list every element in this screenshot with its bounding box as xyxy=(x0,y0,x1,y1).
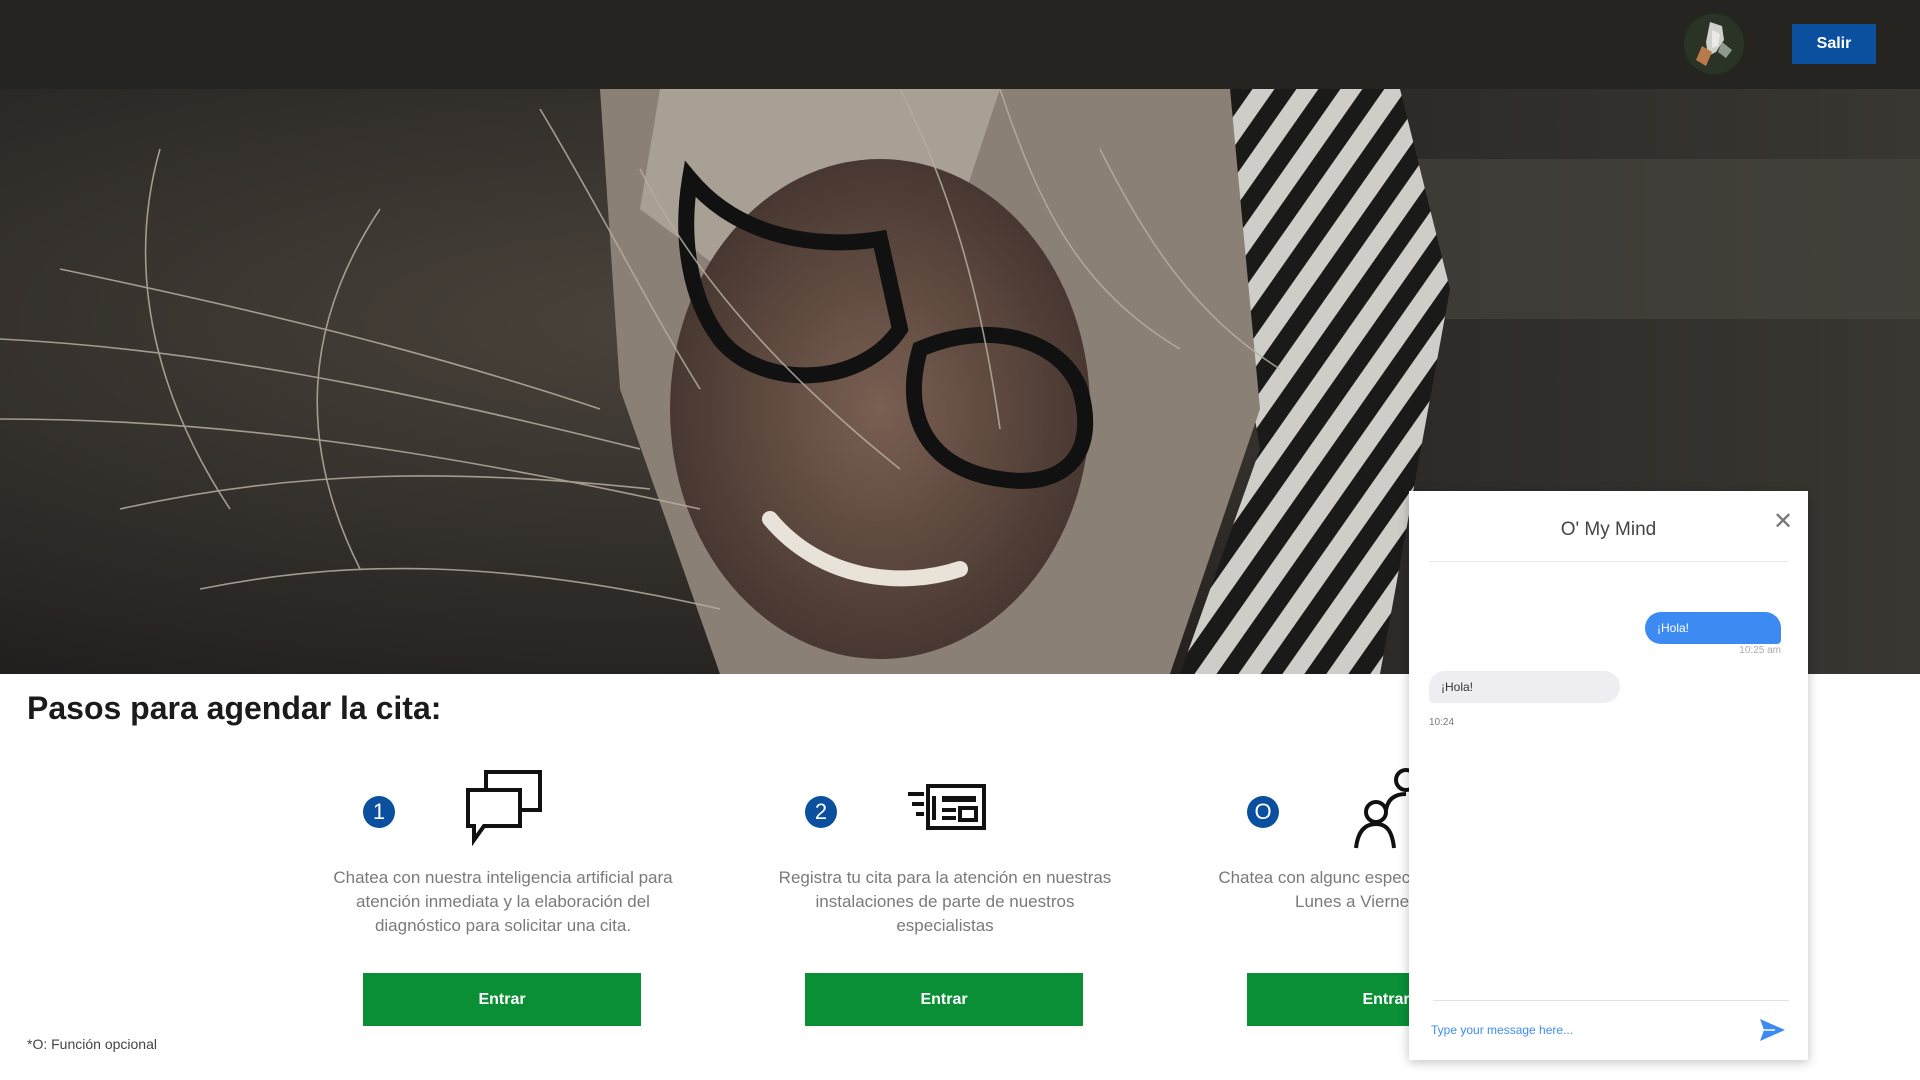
steps-title: Pasos para agendar la cita: xyxy=(27,690,442,726)
logout-button[interactable]: Salir xyxy=(1792,24,1876,64)
step-number-badge: 1 xyxy=(363,796,395,828)
optional-feature-footnote: *O: Función opcional xyxy=(27,1036,157,1052)
outgoing-message-time: 10:25 am xyxy=(1739,645,1781,656)
step-number-badge: 2 xyxy=(805,796,837,828)
step-card-2: 2 Registra tu cita para la atención en n… xyxy=(765,762,1125,1032)
chat-bubbles-icon xyxy=(466,770,542,847)
top-navbar: Salir xyxy=(0,0,1920,89)
step-2-enter-button[interactable]: Entrar xyxy=(805,973,1083,1026)
chat-input-divider xyxy=(1433,1000,1789,1001)
chat-title: O' My Mind xyxy=(1560,519,1657,540)
step-number-badge: O xyxy=(1247,796,1279,828)
appointment-form-icon xyxy=(908,784,986,830)
incoming-message-time: 10:24 xyxy=(1429,717,1455,728)
chat-message-input[interactable] xyxy=(1431,1017,1751,1043)
chat-widget: O' My Mind ✕ ¡Hola! 10:25 am ¡Hola! 10:2… xyxy=(1409,491,1808,1060)
step-1-enter-button[interactable]: Entrar xyxy=(363,973,641,1026)
close-icon[interactable]: ✕ xyxy=(1771,509,1795,533)
step-description: Chatea con nuestra inteligencia artifici… xyxy=(333,868,673,935)
user-avatar[interactable] xyxy=(1682,12,1746,76)
outgoing-message: ¡Hola! xyxy=(1645,612,1781,644)
send-icon[interactable] xyxy=(1757,1015,1787,1045)
chat-header-divider xyxy=(1429,561,1788,562)
step-card-1: 1 Chatea con nuestra inteligencia artifi… xyxy=(323,762,683,1032)
avatar-image xyxy=(1682,12,1746,76)
step-description: Registra tu cita para la atención en nue… xyxy=(778,868,1112,935)
incoming-message: ¡Hola! xyxy=(1429,671,1620,703)
